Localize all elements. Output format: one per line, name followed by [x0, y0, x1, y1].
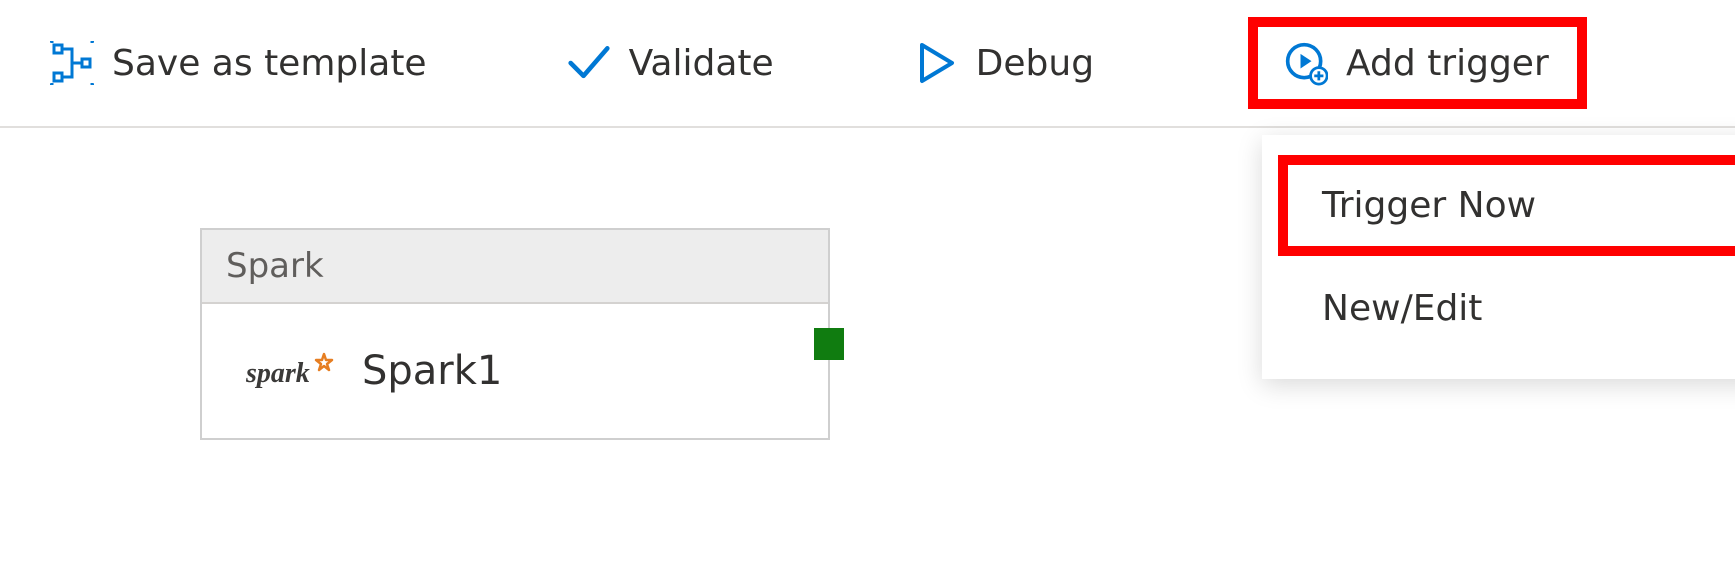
add-trigger-wrap: Add trigger Trigger Now New/Edit — [1254, 23, 1579, 103]
toolbar: Save as template Validate Debug — [0, 0, 1735, 128]
activity-type-header: Spark — [202, 230, 828, 304]
clock-plus-icon — [1284, 41, 1328, 85]
add-trigger-button[interactable]: Add trigger — [1254, 23, 1579, 103]
new-edit-menu-item[interactable]: New/Edit — [1282, 262, 1735, 355]
output-connector[interactable] — [814, 328, 844, 360]
spark-logo-icon: spark — [246, 348, 336, 394]
validate-label: Validate — [629, 43, 774, 84]
activity-name-label: Spark1 — [362, 348, 502, 394]
trigger-now-label: Trigger Now — [1322, 185, 1536, 226]
activity-type-label: Spark — [226, 246, 324, 286]
spark-activity-node[interactable]: Spark spark Spark1 — [200, 228, 830, 440]
debug-button[interactable]: Debug — [884, 23, 1124, 103]
debug-label: Debug — [976, 43, 1094, 84]
checkmark-icon — [567, 41, 611, 85]
trigger-dropdown-menu: Trigger Now New/Edit — [1262, 135, 1735, 379]
save-template-icon — [50, 41, 94, 85]
save-as-template-label: Save as template — [112, 43, 427, 84]
activity-body: spark Spark1 — [202, 304, 828, 438]
validate-button[interactable]: Validate — [537, 23, 804, 103]
add-trigger-label: Add trigger — [1346, 43, 1549, 84]
save-as-template-button[interactable]: Save as template — [20, 23, 457, 103]
svg-text:spark: spark — [246, 358, 310, 389]
new-edit-label: New/Edit — [1322, 288, 1482, 329]
trigger-now-menu-item[interactable]: Trigger Now — [1282, 159, 1735, 252]
play-outline-icon — [914, 41, 958, 85]
